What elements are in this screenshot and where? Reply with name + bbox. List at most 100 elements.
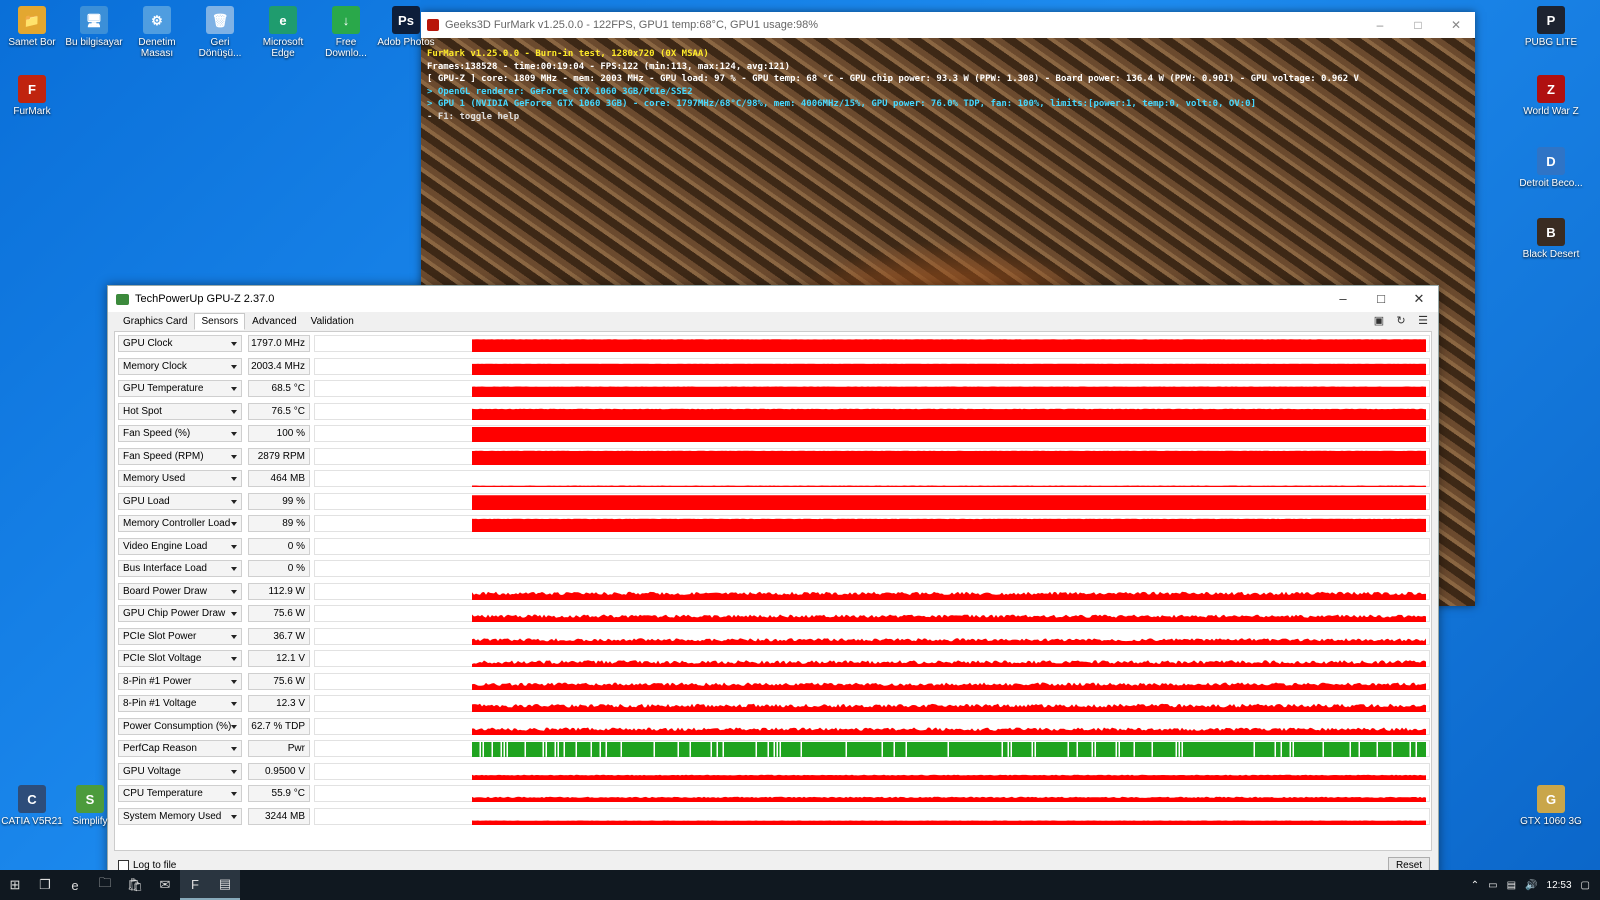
volume-icon[interactable]: 🔊 [1525,880,1537,891]
sensor-name-dropdown[interactable]: Bus Interface Load [118,560,242,577]
bl-1-icon: S [76,785,104,813]
tray-chevron-icon[interactable]: ⌃ [1471,880,1479,891]
desktop-icon-r-2[interactable]: D Detroit Beco... [1519,147,1583,189]
clock[interactable]: 12:53 [1547,880,1572,891]
chevron-down-icon [231,364,237,369]
sensor-graph-plot [472,386,1426,397]
sensor-name-dropdown[interactable]: GPU Temperature [118,380,242,397]
desktop-icon-r-0[interactable]: P PUBG LITE [1519,6,1583,48]
desktop-icon-bl-0[interactable]: C CATIA V5R21 [0,785,64,827]
sensor-row: GPU Clock 1797.0 MHz [118,335,1434,352]
furmark-title-bar[interactable]: Geeks3D FurMark v1.25.0.0 - 122FPS, GPU1… [421,12,1475,38]
desktop-icon-label: Simplify [72,816,108,827]
sensor-row: PerfCap Reason Pwr [118,740,1434,757]
sensor-name-dropdown[interactable]: Fan Speed (RPM) [118,447,242,465]
desktop-icon-r-1[interactable]: Z World War Z [1519,75,1583,117]
sensor-name-dropdown[interactable]: Hot Spot [118,402,242,420]
sensor-value: 0.9500 V [248,762,310,780]
refresh-icon[interactable]: ↻ [1394,314,1408,328]
desktop-icon-label: World War Z [1523,106,1579,117]
store-icon[interactable]: 🛍 [120,870,150,900]
desktop-icon-label: CATIA V5R21 [1,816,63,827]
sensor-row: PCIe Slot Voltage 12.1 V [118,650,1434,667]
sensor-value: 1797.0 MHz [248,335,310,352]
sensor-name-dropdown[interactable]: GPU Clock [118,335,242,352]
6-icon: Ps [392,6,420,34]
sensor-name-dropdown[interactable]: PCIe Slot Voltage [118,650,242,667]
desktop-icon-r-3[interactable]: B Black Desert [1519,218,1583,260]
sensor-name: PerfCap Reason [123,743,197,754]
sensor-name-dropdown[interactable]: Video Engine Load [118,537,242,555]
sensor-name-dropdown[interactable]: CPU Temperature [118,785,242,802]
sensor-name-dropdown[interactable]: Board Power Draw [118,582,242,600]
taskbar: ⊞ ❐ e 🗀 🛍 ✉ F ▤ ⌃ ▭ ▤ 🔊 12:53 ▢ [0,870,1600,900]
tab-validation[interactable]: Validation [304,313,361,330]
sensor-row: PCIe Slot Power 36.7 W [118,627,1434,645]
network-icon[interactable]: ▤ [1507,880,1516,891]
chevron-down-icon [231,522,237,526]
tab-graphics-card[interactable]: Graphics Card [116,313,194,330]
desktop-icon-bl-1[interactable]: S Simplify [58,785,122,827]
sensor-name-dropdown[interactable]: PerfCap Reason [118,740,242,757]
mail-icon[interactable]: ✉ [150,870,180,900]
sensor-row: Memory Controller Load 89 % [118,515,1434,532]
sensor-name-dropdown[interactable]: Power Consumption (%) [118,717,242,735]
desktop-icon-label: FurMark [13,106,51,117]
sensor-row: Hot Spot 76.5 °C [118,402,1434,420]
notifications-icon[interactable]: ▢ [1581,880,1590,891]
sensor-value: 89 % [248,515,310,532]
sensor-name-dropdown[interactable]: GPU Load [118,492,242,510]
sensor-name-dropdown[interactable]: Memory Controller Load [118,515,242,532]
gpuz-taskbar-icon[interactable]: ▤ [210,870,240,900]
gpuz-title-bar[interactable]: TechPowerUp GPU-Z 2.37.0 – □ ✕ [108,286,1438,312]
sensor-value: 0 % [248,537,310,555]
camera-icon[interactable]: ▣ [1372,314,1386,328]
sensor-name: GPU Voltage [123,765,181,777]
sensor-graph [314,582,1430,600]
close-icon[interactable]: ✕ [1400,291,1438,307]
furmark-overlay-line: [ GPU-Z ] core: 1809 MHz - mem: 2003 MHz… [427,74,1359,84]
sensor-name-dropdown[interactable]: Fan Speed (%) [118,425,242,442]
gpuz-window[interactable]: TechPowerUp GPU-Z 2.37.0 – □ ✕ Graphics … [107,285,1439,878]
desktop-icon-5[interactable]: ↓ Free Downlo... [314,6,378,59]
tab-advanced[interactable]: Advanced [245,313,303,330]
sensor-name-dropdown[interactable]: 8-Pin #1 Voltage [118,695,242,712]
sensor-value: Pwr [248,740,310,757]
sensor-graph [314,492,1430,510]
desktop-icon-6[interactable]: Ps Adob Photos [374,6,438,48]
sensor-row: System Memory Used 3244 MB [118,807,1434,825]
desktop-icon-1[interactable]: 🖥 Bu bilgisayar [62,6,126,48]
furmark-taskbar-icon[interactable]: F [180,870,210,900]
close-icon[interactable]: ✕ [1437,18,1475,32]
minimize-icon[interactable]: – [1361,18,1399,32]
desktop-icon-label: Black Desert [1522,249,1580,260]
windows-start-icon[interactable]: ⊞ [0,870,30,900]
sensor-name-dropdown[interactable]: GPU Voltage [118,762,242,780]
file-explorer-icon[interactable]: 🗀 [90,870,120,900]
sensor-name-dropdown[interactable]: 8-Pin #1 Power [118,672,242,690]
tab-sensors[interactable]: Sensors [194,313,246,330]
desktop-icon-3[interactable]: 🗑 Geri Dönüşü... [188,6,252,59]
sensor-name-dropdown[interactable]: Memory Clock [118,357,242,375]
sensor-name-dropdown[interactable]: System Memory Used [118,807,242,825]
edge-icon[interactable]: e [60,870,90,900]
desktop-icon-r-4[interactable]: G GTX 1060 3G [1519,785,1583,827]
sensor-graph [314,695,1430,712]
sensor-name-dropdown[interactable]: PCIe Slot Power [118,627,242,645]
desktop-icon-2[interactable]: ⚙ Denetim Masası [125,6,189,59]
chevron-down-icon [231,409,237,414]
maximize-icon[interactable]: □ [1362,291,1400,307]
tray-display-icon[interactable]: ▭ [1488,880,1497,891]
chevron-down-icon [231,657,237,661]
desktop-icon-4[interactable]: e Microsoft Edge [251,6,315,59]
desktop-icon-furmark[interactable]: F FurMark [0,75,64,117]
desktop-icon-label: Samet Bor [8,37,56,48]
sensor-name-dropdown[interactable]: Memory Used [118,470,242,487]
sensor-name-dropdown[interactable]: GPU Chip Power Draw [118,605,242,622]
task-view-icon[interactable]: ❐ [30,870,60,900]
desktop-icon-0[interactable]: 📁 Samet Bor [0,6,64,48]
chevron-down-icon [231,814,237,819]
menu-icon[interactable]: ☰ [1416,314,1430,328]
maximize-icon[interactable]: □ [1399,18,1437,32]
minimize-icon[interactable]: – [1324,291,1362,307]
